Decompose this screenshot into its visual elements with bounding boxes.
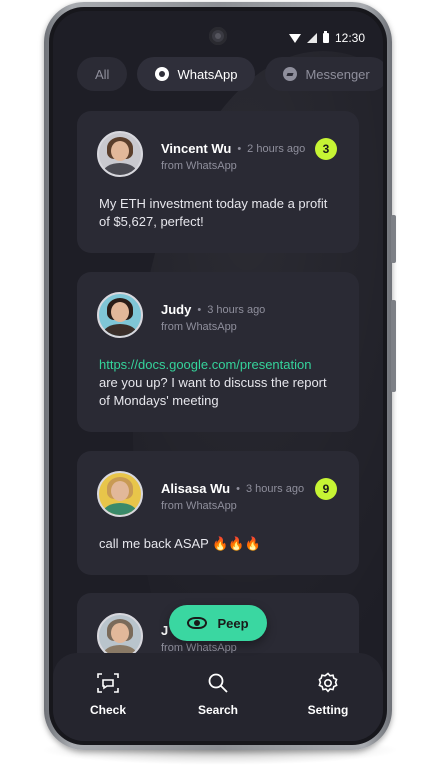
signal-icon	[306, 33, 317, 43]
power-button	[391, 300, 396, 392]
bottom-navigation: Check Search Setting	[53, 653, 383, 741]
tab-messenger[interactable]: Messenger	[265, 57, 383, 91]
message-text: are you up? I want to discuss the report…	[99, 375, 327, 408]
message-header: Vincent Wu • 2 hours ago	[161, 141, 306, 156]
unread-badge: 3	[315, 138, 337, 160]
sender-name: Vincent Wu	[161, 141, 232, 156]
message-header: Judy • 3 hours ago	[161, 302, 266, 317]
avatar	[97, 471, 143, 517]
status-time: 12:30	[334, 31, 365, 45]
nav-search[interactable]: Search	[178, 671, 258, 717]
volume-button	[391, 215, 396, 263]
message-header: Alisasa Wu • 3 hours ago	[161, 481, 305, 496]
app-screen: 12:30 All WhatsApp Messenger Vincent Wu …	[53, 11, 383, 741]
message-text: My ETH investment today made a profit of…	[99, 196, 328, 229]
nav-setting[interactable]: Setting	[288, 671, 368, 717]
message-body: https://docs.google.com/presentation are…	[99, 356, 341, 410]
whatsapp-icon	[155, 67, 170, 81]
message-card[interactable]: Vincent Wu • 2 hours ago from WhatsApp 3…	[77, 111, 359, 253]
message-header: J	[161, 623, 168, 638]
wifi-icon	[288, 33, 301, 43]
sender-name: J	[161, 623, 169, 638]
tab-label: WhatsApp	[177, 66, 238, 82]
message-source: from WhatsApp	[161, 321, 237, 333]
message-time: 3 hours ago	[207, 303, 266, 316]
messenger-icon	[283, 67, 298, 81]
sender-name: Alisasa Wu	[161, 481, 231, 496]
message-card[interactable]: Judy • 3 hours ago from WhatsApp https:/…	[77, 272, 359, 432]
message-text: call me back ASAP 🔥🔥🔥	[99, 536, 261, 551]
message-source: from WhatsApp	[161, 500, 237, 512]
gear-icon	[316, 671, 340, 695]
tab-label: All	[95, 66, 110, 82]
peep-button[interactable]: Peep	[169, 605, 267, 641]
message-time: 3 hours ago	[245, 482, 305, 495]
avatar	[97, 292, 143, 338]
avatar	[97, 131, 143, 177]
search-icon	[206, 671, 230, 695]
sender-name: Judy	[161, 302, 192, 317]
nav-check[interactable]: Check	[68, 671, 148, 717]
tab-whatsapp[interactable]: WhatsApp	[137, 57, 256, 91]
status-bar: 12:30	[288, 31, 365, 45]
eye-icon	[187, 617, 208, 629]
scan-chat-icon	[96, 671, 120, 695]
tab-label: Messenger	[305, 66, 370, 82]
front-camera-icon	[209, 27, 227, 45]
message-source: from WhatsApp	[161, 160, 237, 172]
peep-label: Peep	[217, 615, 249, 631]
nav-label: Check	[89, 703, 127, 717]
tab-all[interactable]: All	[77, 57, 128, 91]
nav-label: Setting	[307, 703, 349, 717]
unread-badge: 9	[315, 478, 337, 500]
message-time: 2 hours ago	[247, 142, 306, 155]
nav-label: Search	[197, 703, 239, 717]
phone-body: 12:30 All WhatsApp Messenger Vincent Wu …	[49, 7, 387, 745]
filter-tabs: All WhatsApp Messenger	[77, 57, 383, 91]
message-card[interactable]: Alisasa Wu • 3 hours ago from WhatsApp 9…	[77, 451, 359, 575]
battery-icon	[322, 31, 329, 43]
message-link[interactable]: https://docs.google.com/presentation	[99, 356, 341, 374]
